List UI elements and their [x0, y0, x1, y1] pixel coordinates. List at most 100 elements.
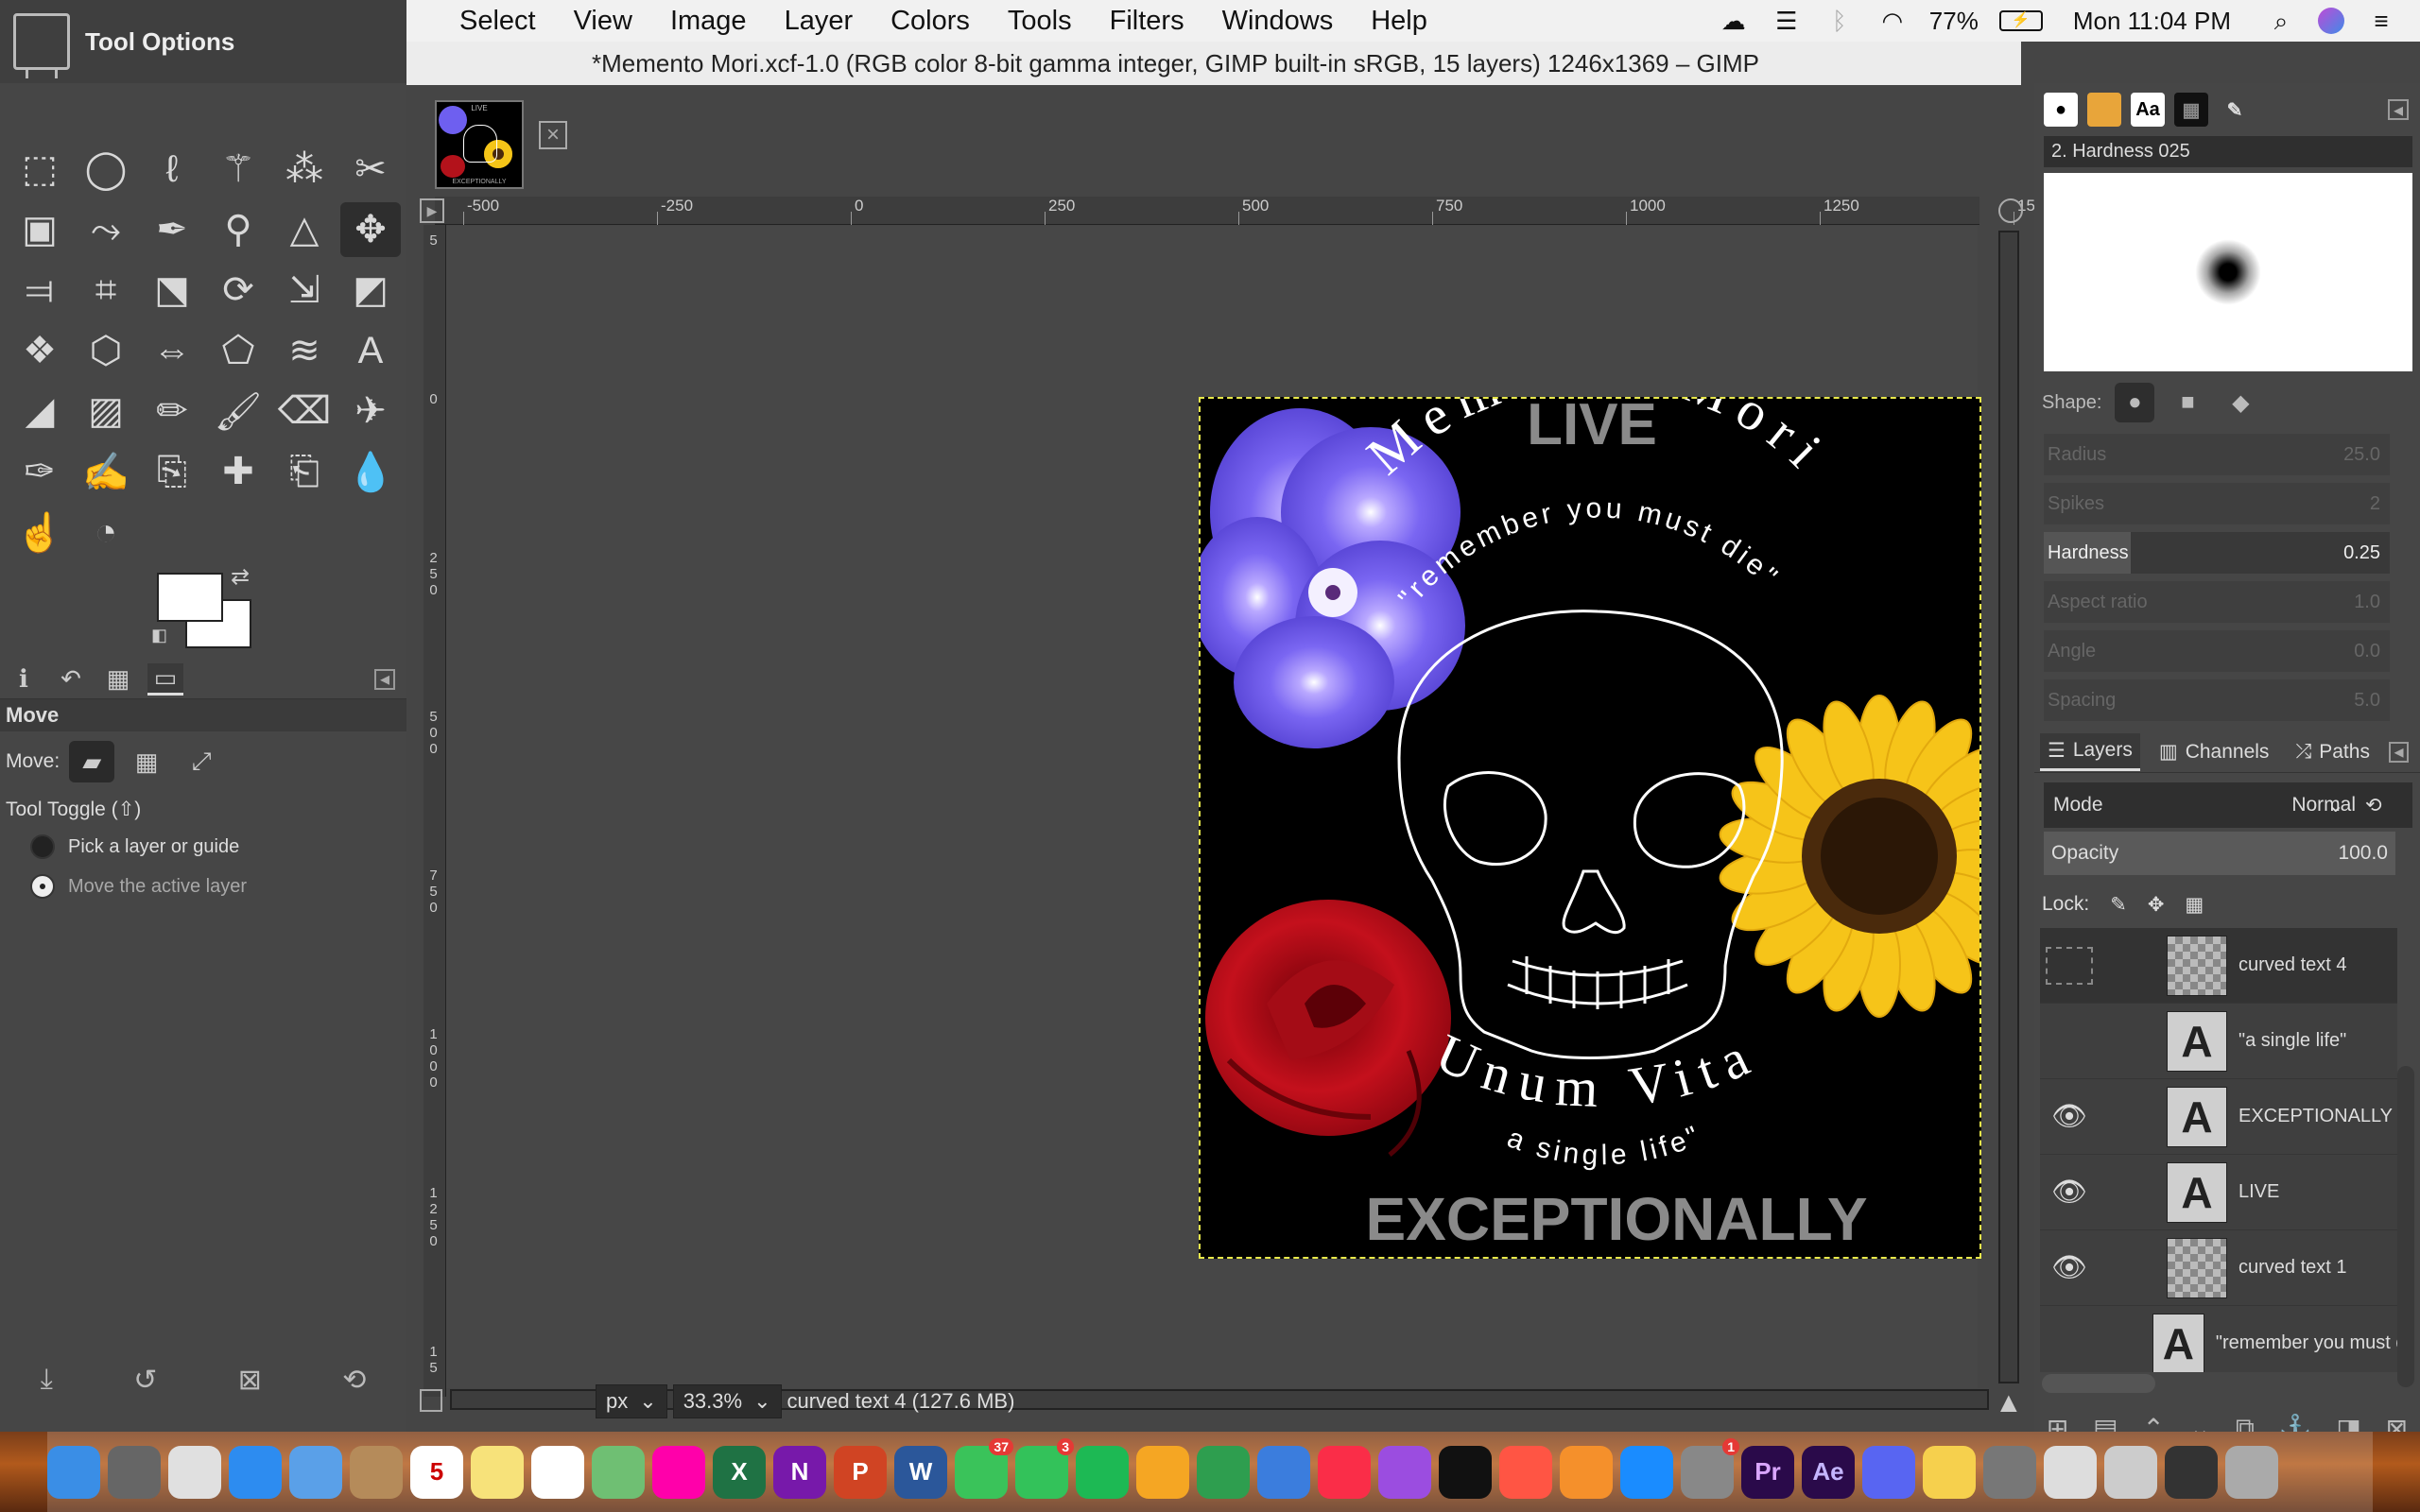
dock-app-notes-icon[interactable] — [471, 1445, 524, 1499]
move-selection-mode-icon[interactable]: ▦ — [124, 741, 169, 782]
foreground-color[interactable] — [157, 573, 223, 622]
zoom-navigate-icon[interactable] — [1998, 198, 2023, 223]
color-picker-tool-icon[interactable]: ✒ — [142, 202, 202, 257]
default-colors-icon[interactable]: ◧ — [151, 626, 167, 645]
close-tab-icon[interactable]: × — [539, 121, 567, 149]
device-status-tab-icon[interactable]: ▭ — [147, 662, 183, 696]
select-by-color-tool-icon[interactable]: ⁂ — [274, 142, 335, 197]
clone-tool-icon[interactable]: ⎘ — [142, 444, 202, 499]
smudge-wave-tool-icon[interactable]: ≋ — [274, 323, 335, 378]
move-tool-icon[interactable]: ✥ — [340, 202, 401, 257]
cage-transform-tool-icon[interactable]: ⬠ — [208, 323, 268, 378]
dock-app-numbers-icon[interactable] — [1197, 1445, 1250, 1499]
brush-name[interactable]: 2. Hardness 025 — [2044, 136, 2412, 167]
battery-icon[interactable]: ⚡ — [1998, 10, 2043, 31]
warp-transform-tool-icon[interactable]: ❖ — [9, 323, 70, 378]
eye-icon[interactable]: 👁 — [2040, 1176, 2099, 1209]
perspective-clone-tool-icon[interactable]: ⎗ — [274, 444, 335, 499]
dock-app-books-icon[interactable] — [1560, 1445, 1613, 1499]
crop-tool-icon[interactable]: ⌗ — [76, 263, 136, 318]
creative-cloud-icon[interactable]: ☁ — [1718, 9, 1750, 33]
dock-app-app-store-icon[interactable] — [1620, 1445, 1673, 1499]
dock-app-photos-icon[interactable] — [652, 1445, 705, 1499]
lock-position-icon[interactable]: ✥ — [2148, 893, 2165, 917]
zoom-tool-icon[interactable]: ⚲ — [208, 202, 268, 257]
spotlight-search-icon[interactable]: ⌕ — [2265, 9, 2297, 33]
delete-options-icon[interactable]: ⊠ — [238, 1364, 262, 1397]
layer-name[interactable]: curved text 1 — [2238, 1257, 2347, 1279]
reset-mode-icon[interactable]: ⟲ — [2365, 794, 2382, 817]
dock-app-maps-icon[interactable] — [592, 1445, 645, 1499]
dock-app-spotify-icon[interactable] — [1076, 1445, 1129, 1499]
layer-name[interactable]: curved text 4 — [2238, 954, 2347, 976]
brush-slider-aspect-ratio[interactable]: Aspect ratio 1.0 — [2044, 581, 2390, 623]
layer-name[interactable]: EXCEPTIONALLY — [2238, 1106, 2393, 1127]
restore-options-icon[interactable]: ↺ — [133, 1364, 157, 1397]
layer-list-scrollbar[interactable] — [2397, 1066, 2414, 1387]
radio-move-active[interactable]: Move the active layer — [0, 867, 406, 906]
menu-help[interactable]: Help — [1352, 6, 1446, 37]
dock-app-onenote-icon[interactable]: N — [773, 1445, 826, 1499]
panel-menu-icon[interactable]: ◂ — [2388, 741, 2409, 763]
dock-app-launchpad-icon[interactable] — [108, 1445, 161, 1499]
radio-dot[interactable] — [30, 834, 55, 859]
dock-app-doc-icon[interactable] — [2104, 1445, 2157, 1499]
bucket-fill-tool-icon[interactable]: ◢ — [9, 384, 70, 438]
menu-layer[interactable]: Layer — [766, 6, 873, 37]
paintbrush-tool-icon[interactable]: 🖌 — [208, 384, 268, 438]
tab-channels[interactable]: ▥ Channels — [2152, 734, 2277, 769]
dock-app-reminders-icon[interactable] — [531, 1445, 584, 1499]
patterns-tab-icon[interactable] — [2087, 93, 2121, 127]
panel-menu-icon[interactable]: ◂ — [374, 668, 395, 690]
text-tool-icon[interactable]: A — [340, 323, 401, 378]
airbrush-tool-icon[interactable]: ✈ — [340, 384, 401, 438]
lock-alpha-icon[interactable]: ▦ — [2185, 893, 2204, 917]
ink-tool-icon[interactable]: ✑ — [9, 444, 70, 499]
menu-select[interactable]: Select — [441, 6, 555, 37]
menu-tools[interactable]: Tools — [989, 6, 1091, 37]
scale-tool-icon[interactable]: ⇲ — [274, 263, 335, 318]
undo-history-tab-icon[interactable]: ↶ — [53, 663, 89, 696]
dock-app-excel-icon[interactable]: X — [713, 1445, 766, 1499]
layer-list-hscroll[interactable] — [2042, 1374, 2155, 1393]
scissors-select-tool-icon[interactable]: ✂ — [340, 142, 401, 197]
blur-tool-icon[interactable]: 💧 — [340, 444, 401, 499]
dock-app-discord-icon[interactable] — [1862, 1445, 1915, 1499]
brush-editor-tab-icon[interactable]: ✎ — [2218, 93, 2252, 127]
menu-view[interactable]: View — [555, 6, 651, 37]
lock-pixels-icon[interactable]: ✎ — [2110, 893, 2127, 917]
vertical-scrollbar[interactable] — [1998, 231, 2019, 1383]
dock-app-trash-icon[interactable] — [2225, 1445, 2278, 1499]
reset-options-icon[interactable]: ⟲ — [342, 1364, 366, 1397]
document-history-tab-icon[interactable]: ▦ — [2174, 93, 2208, 127]
dock-app-keynote2-icon[interactable] — [1257, 1445, 1310, 1499]
brush-slider-radius[interactable]: Radius 25.0 — [2044, 434, 2390, 475]
move-path-mode-icon[interactable]: ⤢ — [179, 741, 224, 782]
dock-app-finder-icon[interactable] — [47, 1445, 100, 1499]
brush-slider-spikes[interactable]: Spikes 2 — [2044, 483, 2390, 524]
foreground-select-tool-icon[interactable]: ▣ — [9, 202, 70, 257]
ellipse-select-tool-icon[interactable]: ◯ — [76, 142, 136, 197]
dock-app-word-icon[interactable]: W — [894, 1445, 947, 1499]
images-tab-icon[interactable]: ▦ — [100, 663, 136, 696]
brush-slider-hardness[interactable]: Hardness 0.25 — [2044, 532, 2390, 574]
horizontal-ruler[interactable]: -500-25002505007501000125015001750 — [435, 197, 2247, 225]
dock-app-chrome-icon[interactable] — [168, 1445, 221, 1499]
swap-colors-icon[interactable]: ⇄ — [231, 563, 250, 591]
pencil-tool-icon[interactable]: ✏ — [142, 384, 202, 438]
menu-windows[interactable]: Windows — [1203, 6, 1353, 37]
siri-icon[interactable] — [2318, 8, 2344, 34]
layer-row[interactable]: A "remember you must die" — [2040, 1306, 2397, 1372]
dock-app-preview-icon[interactable] — [2044, 1445, 2097, 1499]
eye-hidden-icon[interactable] — [2046, 946, 2093, 985]
layer-row[interactable]: 👁 A EXCEPTIONALLY — [2040, 1079, 2397, 1155]
opacity-slider[interactable]: Opacity 100.0 — [2044, 832, 2395, 875]
vertical-ruler[interactable]: 5 0 250 500 750 1000 1250 15 — [424, 225, 446, 1397]
measure-tool-icon[interactable]: △ — [274, 202, 335, 257]
panel-menu-icon[interactable]: ◂ — [2388, 99, 2409, 121]
layer-name[interactable]: "a single life" — [2238, 1030, 2346, 1052]
dock-app-podcasts-icon[interactable] — [1378, 1445, 1431, 1499]
unit-select[interactable]: px ⌄ — [596, 1384, 667, 1418]
artwork-canvas[interactable]: LIVE Memento Mori "remember you must die… — [1199, 397, 1981, 1259]
eye-icon[interactable]: 👁 — [2040, 1100, 2099, 1133]
